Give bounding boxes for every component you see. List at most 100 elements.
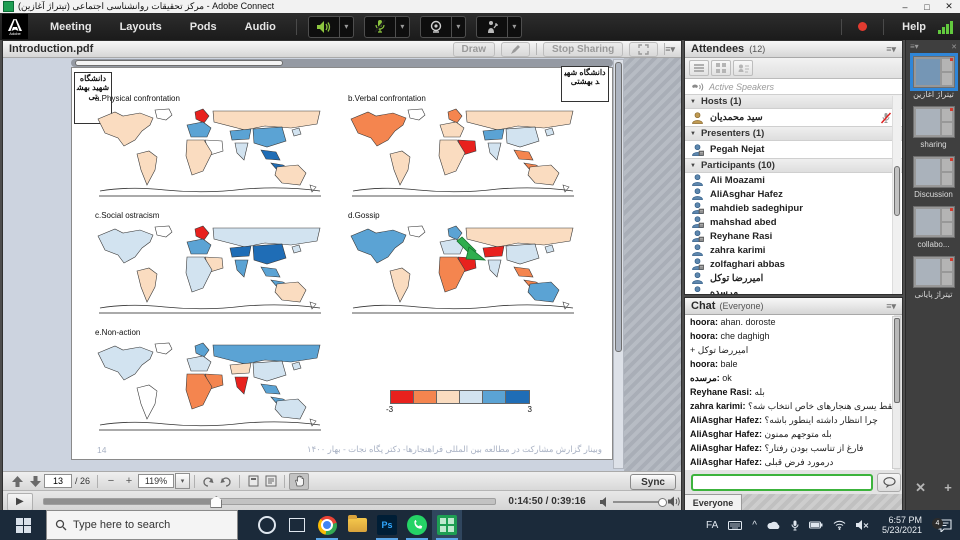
layout-item[interactable]: collabo... bbox=[906, 206, 960, 249]
cortana-icon[interactable] bbox=[252, 510, 282, 540]
chat-scrollbar[interactable] bbox=[892, 316, 901, 469]
raise-hand-button[interactable] bbox=[476, 16, 508, 38]
fullscreen-icon[interactable] bbox=[629, 42, 658, 57]
fit-width-icon[interactable] bbox=[262, 474, 280, 489]
attendee-row[interactable]: mahdieb sadeghipur bbox=[685, 201, 902, 215]
speaker-button[interactable] bbox=[308, 16, 340, 38]
page-up-button[interactable] bbox=[8, 474, 26, 489]
layout-thumbnail[interactable] bbox=[913, 256, 955, 288]
chat-pod-menu-icon[interactable]: ≡▾ bbox=[886, 301, 896, 312]
onedrive-icon[interactable] bbox=[767, 521, 781, 530]
share-pod-menu-icon[interactable]: ≡▾ bbox=[665, 44, 675, 55]
zoom-in-button[interactable]: + bbox=[120, 474, 138, 489]
playback-progress[interactable] bbox=[43, 498, 497, 505]
menu-layouts[interactable]: Layouts bbox=[106, 21, 176, 33]
send-message-icon[interactable] bbox=[877, 473, 901, 492]
zoom-out-button[interactable]: − bbox=[102, 474, 120, 489]
attendee-row[interactable]: Pegah Nejat bbox=[685, 141, 902, 158]
attendee-row[interactable]: Ali Moazami bbox=[685, 173, 902, 187]
attendee-row[interactable]: zolfaghari abbas bbox=[685, 257, 902, 271]
minimize-button[interactable]: – bbox=[894, 2, 916, 12]
attendees-pod-menu-icon[interactable]: ≡▾ bbox=[886, 44, 896, 55]
layout-item[interactable]: تیتراژ پایانی bbox=[906, 256, 960, 299]
show-hidden-icons-chevron[interactable]: ^ bbox=[752, 520, 757, 531]
horizontal-scrollbar[interactable] bbox=[71, 59, 613, 67]
page-number-input[interactable] bbox=[44, 474, 72, 488]
fit-page-icon[interactable] bbox=[244, 474, 262, 489]
webcam-dropdown[interactable]: ▾ bbox=[452, 16, 466, 38]
connection-signal-icon[interactable] bbox=[938, 20, 954, 34]
layout-item[interactable]: Discussion bbox=[906, 156, 960, 199]
delete-layout-icon[interactable]: ✕ bbox=[915, 480, 926, 496]
status-view-icon[interactable] bbox=[733, 60, 753, 76]
layout-thumbnail[interactable] bbox=[913, 56, 955, 88]
attendee-row[interactable]: مرسده bbox=[685, 285, 902, 294]
draw-button[interactable]: Draw bbox=[453, 42, 495, 57]
menu-pods[interactable]: Pods bbox=[176, 21, 231, 33]
notification-center-icon[interactable]: 4 bbox=[930, 519, 960, 532]
layout-item[interactable]: sharing bbox=[906, 106, 960, 149]
start-button[interactable] bbox=[0, 510, 46, 540]
adobe-logo-icon[interactable]: Adobe bbox=[2, 14, 28, 39]
sync-button[interactable]: Sync bbox=[630, 474, 676, 490]
rotate-left-icon[interactable] bbox=[199, 474, 217, 489]
taskbar-search[interactable]: Type here to search bbox=[46, 510, 238, 540]
chrome-icon[interactable] bbox=[312, 510, 342, 540]
attendee-row[interactable]: Reyhane Rasi bbox=[685, 229, 902, 243]
layout-thumbnail[interactable] bbox=[913, 156, 955, 188]
webcam-button[interactable] bbox=[420, 16, 452, 38]
status-dropdown[interactable]: ▾ bbox=[508, 16, 522, 38]
language-indicator[interactable]: FA bbox=[706, 520, 718, 531]
attendee-row[interactable]: zahra karimi bbox=[685, 243, 902, 257]
layout-item[interactable]: تیتراژ آغازین bbox=[906, 56, 960, 99]
section-hosts[interactable]: ▼Hosts (1) bbox=[685, 94, 902, 109]
battery-icon[interactable] bbox=[809, 521, 823, 529]
microphone-tray-icon[interactable] bbox=[791, 520, 799, 531]
close-button[interactable]: ✕ bbox=[938, 1, 960, 12]
attendee-row[interactable]: سید محمدیان bbox=[685, 109, 902, 126]
zoom-dropdown[interactable]: ▾ bbox=[175, 473, 190, 489]
grid-view-icon[interactable] bbox=[711, 60, 731, 76]
layouts-menu-icon[interactable]: ≡▾ bbox=[910, 42, 919, 51]
maximize-button[interactable]: □ bbox=[916, 2, 938, 12]
section-presenters[interactable]: ▼Presenters (1) bbox=[685, 126, 902, 141]
rotate-right-icon[interactable] bbox=[217, 474, 235, 489]
attendee-row[interactable]: AliAsghar Hafez bbox=[685, 187, 902, 201]
task-view-icon[interactable] bbox=[282, 510, 312, 540]
volume-slider[interactable] bbox=[613, 501, 664, 503]
legend-swatch bbox=[483, 391, 506, 403]
pan-tool-button[interactable] bbox=[289, 473, 309, 490]
chat-input[interactable] bbox=[691, 474, 873, 491]
keyboard-icon[interactable] bbox=[728, 521, 742, 530]
speaker-dropdown[interactable]: ▾ bbox=[340, 16, 354, 38]
photoshop-icon[interactable]: Ps bbox=[372, 510, 402, 540]
page-down-button[interactable] bbox=[26, 474, 44, 489]
help-menu[interactable]: Help bbox=[902, 21, 926, 33]
microphone-dropdown[interactable]: ▾ bbox=[396, 16, 410, 38]
vertical-scrollbar[interactable] bbox=[613, 59, 624, 469]
file-explorer-icon[interactable] bbox=[342, 510, 372, 540]
whatsapp-icon[interactable] bbox=[402, 510, 432, 540]
attendee-row[interactable]: امیررضا توکل bbox=[685, 271, 902, 285]
menu-meeting[interactable]: Meeting bbox=[36, 21, 106, 33]
play-button[interactable]: ▶ bbox=[7, 493, 33, 511]
section-participants[interactable]: ▼Participants (10) bbox=[685, 158, 902, 173]
layouts-close-icon[interactable]: ✕ bbox=[951, 43, 957, 51]
attendees-scrollbar[interactable] bbox=[892, 96, 901, 294]
menu-audio[interactable]: Audio bbox=[231, 21, 290, 33]
pen-icon[interactable] bbox=[501, 42, 530, 57]
list-view-icon[interactable] bbox=[689, 60, 709, 76]
adobe-connect-taskbar-icon[interactable] bbox=[432, 510, 462, 540]
wifi-icon[interactable] bbox=[833, 520, 846, 530]
attendee-row[interactable]: mahshad abed bbox=[685, 215, 902, 229]
layout-thumbnail[interactable] bbox=[913, 106, 955, 138]
add-layout-icon[interactable]: + bbox=[944, 480, 952, 496]
everyone-tab[interactable]: Everyone bbox=[685, 494, 742, 511]
layout-thumbnail[interactable] bbox=[913, 206, 955, 238]
microphone-muted-button[interactable] bbox=[364, 16, 396, 38]
volume-muted-icon[interactable] bbox=[856, 520, 869, 530]
stop-sharing-button[interactable]: Stop Sharing bbox=[543, 42, 623, 57]
volume-knob[interactable] bbox=[658, 498, 667, 507]
playback-thumb[interactable] bbox=[210, 496, 222, 508]
taskbar-clock[interactable]: 6:57 PM 5/23/2021 bbox=[882, 515, 922, 535]
